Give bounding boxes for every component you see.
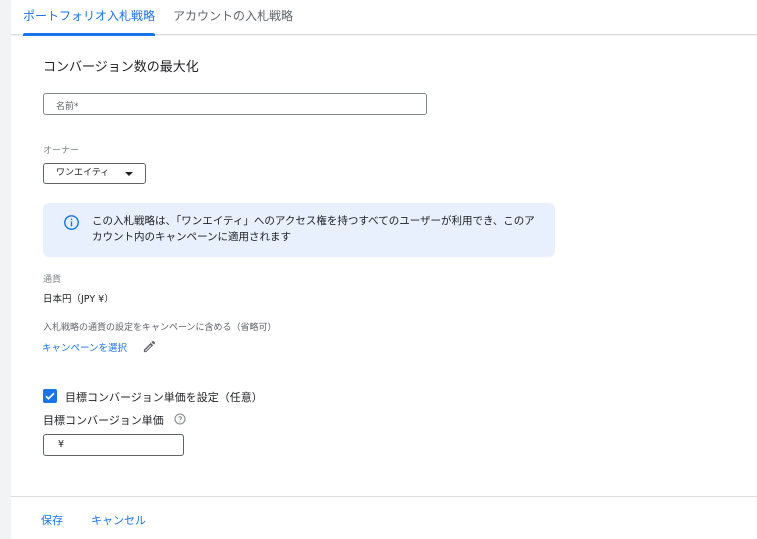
currency-symbol: ¥: [58, 439, 65, 450]
tab-portfolio-bid-strategies[interactable]: ポートフォリオ入札戦略: [23, 0, 156, 36]
target-cpa-checkbox[interactable]: [43, 389, 57, 403]
info-banner-text: この入札戦略は、「ワンエイティ」へのアクセス権を持つすべてのユーザーが利用でき、…: [92, 215, 535, 243]
checkmark-icon: [45, 392, 55, 400]
cancel-button[interactable]: キャンセル: [91, 512, 146, 528]
name-field[interactable]: [43, 93, 427, 117]
dropdown-caret-icon: [125, 172, 133, 176]
tab-bar: ポートフォリオ入札戦略 アカウントの入札戦略: [11, 0, 757, 36]
help-icon[interactable]: [174, 413, 186, 425]
target-cpa-label: 目標コンバージョン単価: [43, 414, 164, 427]
target-cpa-field[interactable]: ¥: [43, 434, 184, 456]
bid-strategy-form-panel: コンバージョン数の最大化 オーナー ワンエイティ この入札戦略は、「ワンエイティ…: [11, 36, 757, 539]
info-banner: この入札戦略は、「ワンエイティ」へのアクセス権を持つすべてのユーザーが利用でき、…: [43, 203, 555, 257]
form-title: コンバージョン数の最大化: [43, 60, 199, 75]
save-button[interactable]: 保存: [41, 512, 63, 528]
owner-label: オーナー: [43, 146, 80, 156]
currency-label: 通貨: [43, 275, 62, 285]
select-campaign-link[interactable]: キャンペーンを選択: [42, 340, 127, 354]
page: ポートフォリオ入札戦略 アカウントの入札戦略 コンバージョン数の最大化 オーナー…: [0, 0, 757, 539]
tab-account-bid-strategies[interactable]: アカウントの入札戦略: [173, 0, 293, 35]
campaign-currency-include-label: 入札戦略の通貨の設定をキャンペーンに含める（省略可）: [43, 323, 277, 333]
footer-divider: [11, 496, 757, 497]
currency-value: 日本円（JPY ¥）: [43, 294, 114, 305]
owner-dropdown-value: ワンエイティ: [56, 168, 110, 178]
name-input[interactable]: [44, 97, 426, 117]
info-icon: [64, 215, 79, 230]
owner-dropdown[interactable]: ワンエイティ: [43, 163, 146, 184]
target-cpa-input[interactable]: [70, 435, 180, 455]
pencil-icon[interactable]: [142, 339, 157, 354]
target-cpa-checkbox-label[interactable]: 目標コンバージョン単価を設定（任意）: [65, 389, 263, 405]
